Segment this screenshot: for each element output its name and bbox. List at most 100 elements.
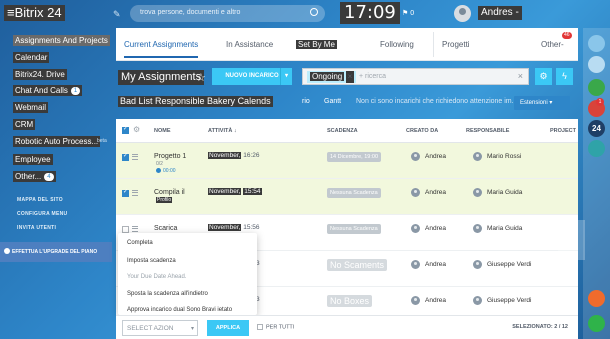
tab-following[interactable]: Following bbox=[380, 40, 414, 49]
close-icon[interactable]: × bbox=[345, 71, 355, 83]
deadline-badge[interactable]: No Scaments bbox=[327, 259, 388, 271]
global-search-input[interactable]: trova persone, documenti e altro bbox=[130, 5, 325, 22]
bitrix24-avatar[interactable]: 24 bbox=[588, 120, 605, 137]
flag-icon[interactable]: ⚑ 0 bbox=[402, 9, 414, 17]
column-responsible[interactable]: RESPONSABILE bbox=[466, 128, 509, 134]
created-by[interactable]: Andrea bbox=[411, 260, 446, 269]
extensions-button[interactable]: Estensioni ▾ bbox=[514, 96, 570, 110]
created-by[interactable]: Andrea bbox=[411, 188, 446, 197]
flag-count: 0 bbox=[410, 10, 415, 17]
task-activity: November, 15:54 bbox=[208, 188, 262, 195]
column-deadline[interactable]: SCADENZA bbox=[327, 128, 358, 134]
column-created-by[interactable]: CREATO DA bbox=[406, 128, 438, 134]
sidebar-item-rpa[interactable]: Robotic Auto Process... bbox=[13, 136, 101, 147]
pencil-icon[interactable]: ✎ bbox=[113, 9, 121, 20]
task-activity: November, 15:56 bbox=[208, 224, 260, 231]
row-checkbox[interactable] bbox=[122, 226, 129, 233]
table-row[interactable]: Progetto 1 0/2 00:00 November, 16:26 14 … bbox=[116, 143, 578, 179]
sidebar-item-chat[interactable]: Chat And Calls 1 bbox=[13, 85, 83, 96]
deadline-badge[interactable]: Nessuna Scadenza bbox=[327, 224, 381, 234]
menu-icon[interactable] bbox=[132, 154, 138, 160]
sidebar-item-webmail[interactable]: Webmail bbox=[13, 102, 48, 113]
task-name[interactable]: Compila il bbox=[154, 189, 185, 196]
contact-avatar[interactable] bbox=[588, 79, 605, 96]
gear-icon[interactable]: ⚙ bbox=[133, 125, 140, 134]
menu-icon[interactable] bbox=[132, 190, 138, 196]
created-by[interactable]: Andrea bbox=[411, 224, 446, 233]
view-gantt[interactable]: Gantt bbox=[324, 98, 341, 105]
user-avatar[interactable] bbox=[454, 5, 471, 22]
attention-hint: Non ci sono incarichi che richiedono att… bbox=[356, 98, 518, 105]
responsible[interactable]: Mario Rossi bbox=[473, 152, 521, 161]
view-rio[interactable]: rio bbox=[302, 98, 310, 105]
gear-icon: ⚙ bbox=[539, 71, 548, 81]
select-all-checkbox[interactable] bbox=[122, 125, 129, 134]
robot-button[interactable]: ϟ bbox=[556, 68, 573, 85]
action-select[interactable]: SELECT AZION ▾ bbox=[122, 320, 198, 336]
menu-item-set-deadline[interactable]: Imposta scadenza bbox=[127, 258, 176, 264]
menu-icon[interactable] bbox=[132, 226, 138, 232]
sidebar-item-employee[interactable]: Employee bbox=[13, 154, 53, 165]
clock[interactable]: 17:09 bbox=[340, 2, 400, 24]
sidebar-item-assignments[interactable]: Assignments And Projects bbox=[13, 35, 110, 46]
settings-button[interactable]: ⚙ bbox=[535, 68, 552, 85]
upgrade-plan-button[interactable]: EFFETTUA L'UPGRADE DEL PIANO bbox=[0, 242, 112, 262]
apply-button[interactable]: APPLICA bbox=[207, 320, 249, 336]
menu-item-deadline-ahead[interactable]: Your Due Date Ahead. bbox=[127, 274, 187, 280]
menu-item-deadline-back[interactable]: Sposta la scadenza all'indietro bbox=[127, 291, 208, 297]
other-count-badge: 4 bbox=[44, 172, 54, 181]
configure-menu-link[interactable]: CONFIGURA MENU bbox=[17, 211, 67, 217]
tab-current-assignments[interactable]: Current Assignments bbox=[124, 40, 199, 58]
sidebar-item-crm[interactable]: CRM bbox=[13, 119, 36, 130]
column-project[interactable]: PROJECT bbox=[550, 128, 576, 134]
task-name[interactable]: Scarica bbox=[154, 225, 177, 232]
created-by[interactable]: Andrea bbox=[411, 152, 446, 161]
row-checkbox[interactable] bbox=[122, 152, 129, 161]
tab-projects[interactable]: Progetti bbox=[442, 40, 470, 49]
chevron-down-icon[interactable]: ▾ bbox=[280, 68, 292, 85]
tab-other[interactable]: Other- bbox=[541, 40, 564, 49]
menu-item-complete[interactable]: Completa bbox=[127, 240, 153, 246]
right-strip: 1 24 bbox=[583, 28, 610, 339]
sidebar-item-calendar[interactable]: Calendar bbox=[13, 52, 50, 63]
sitemap-link[interactable]: MAPPA DEL SITO bbox=[17, 197, 63, 203]
open-channel-icon[interactable] bbox=[588, 290, 605, 307]
menu-item-approve[interactable]: Approva incarico dual Sono Bravi ietato bbox=[127, 307, 232, 313]
checkbox[interactable] bbox=[257, 324, 263, 330]
table-row[interactable]: Compila il Profilo November, 15:54 Nessu… bbox=[116, 179, 578, 215]
contact-avatar[interactable] bbox=[588, 140, 605, 157]
invite-users-link[interactable]: INVITA UTENTI bbox=[17, 225, 56, 231]
responsible[interactable]: Maria Guida bbox=[473, 224, 522, 233]
star-icon[interactable]: ☆ bbox=[196, 71, 206, 84]
row-checkbox[interactable] bbox=[122, 188, 129, 197]
sidebar-item-other[interactable]: Other... 4 bbox=[13, 171, 56, 182]
tab-divider bbox=[433, 32, 434, 57]
view-switcher[interactable]: Bad List Responsible Bakery Calends bbox=[118, 96, 273, 107]
new-task-button[interactable]: NUOVO INCARICO ▾ bbox=[212, 68, 292, 85]
filter-chip[interactable]: Ongoing × bbox=[307, 71, 357, 83]
deadline-badge[interactable]: Nessuna Scadenza bbox=[327, 188, 381, 198]
responsible[interactable]: Giuseppe Verdi bbox=[473, 260, 531, 269]
filter-search-input[interactable]: Ongoing × + ricerca × bbox=[302, 68, 529, 85]
contact-avatar[interactable] bbox=[588, 56, 605, 73]
created-by[interactable]: Andrea bbox=[411, 296, 446, 305]
app-logo[interactable]: ≡Bitrix 24 bbox=[4, 5, 65, 21]
search-icon[interactable] bbox=[310, 8, 318, 16]
phone-icon[interactable] bbox=[588, 315, 605, 332]
tab-in-assistance[interactable]: In Assistance bbox=[226, 40, 273, 49]
user-name[interactable]: Andres - bbox=[478, 6, 522, 20]
task-timer[interactable]: 00:00 bbox=[156, 168, 176, 174]
column-name[interactable]: NOME bbox=[154, 128, 171, 134]
tab-set-by-me[interactable]: Set By Me bbox=[296, 40, 337, 49]
responsible[interactable]: Maria Guida bbox=[473, 188, 522, 197]
clear-icon[interactable]: × bbox=[518, 71, 523, 81]
deadline-badge[interactable]: No Boxes bbox=[327, 295, 373, 307]
responsible[interactable]: Giuseppe Verdi bbox=[473, 296, 531, 305]
notification-icon[interactable] bbox=[588, 35, 605, 52]
sidebar-item-drive[interactable]: Bitrix24. Drive bbox=[13, 69, 67, 80]
task-name[interactable]: Progetto 1 bbox=[154, 153, 186, 160]
apply-to-all-checkbox[interactable]: PER TUTTI bbox=[257, 324, 294, 330]
view-toolbar: Bad List Responsible Bakery Calends rio … bbox=[116, 93, 578, 113]
deadline-badge[interactable]: 14 Dicembre, 19:00 bbox=[327, 152, 381, 162]
column-activity[interactable]: ATTIVITÀ ↓ bbox=[208, 128, 237, 134]
